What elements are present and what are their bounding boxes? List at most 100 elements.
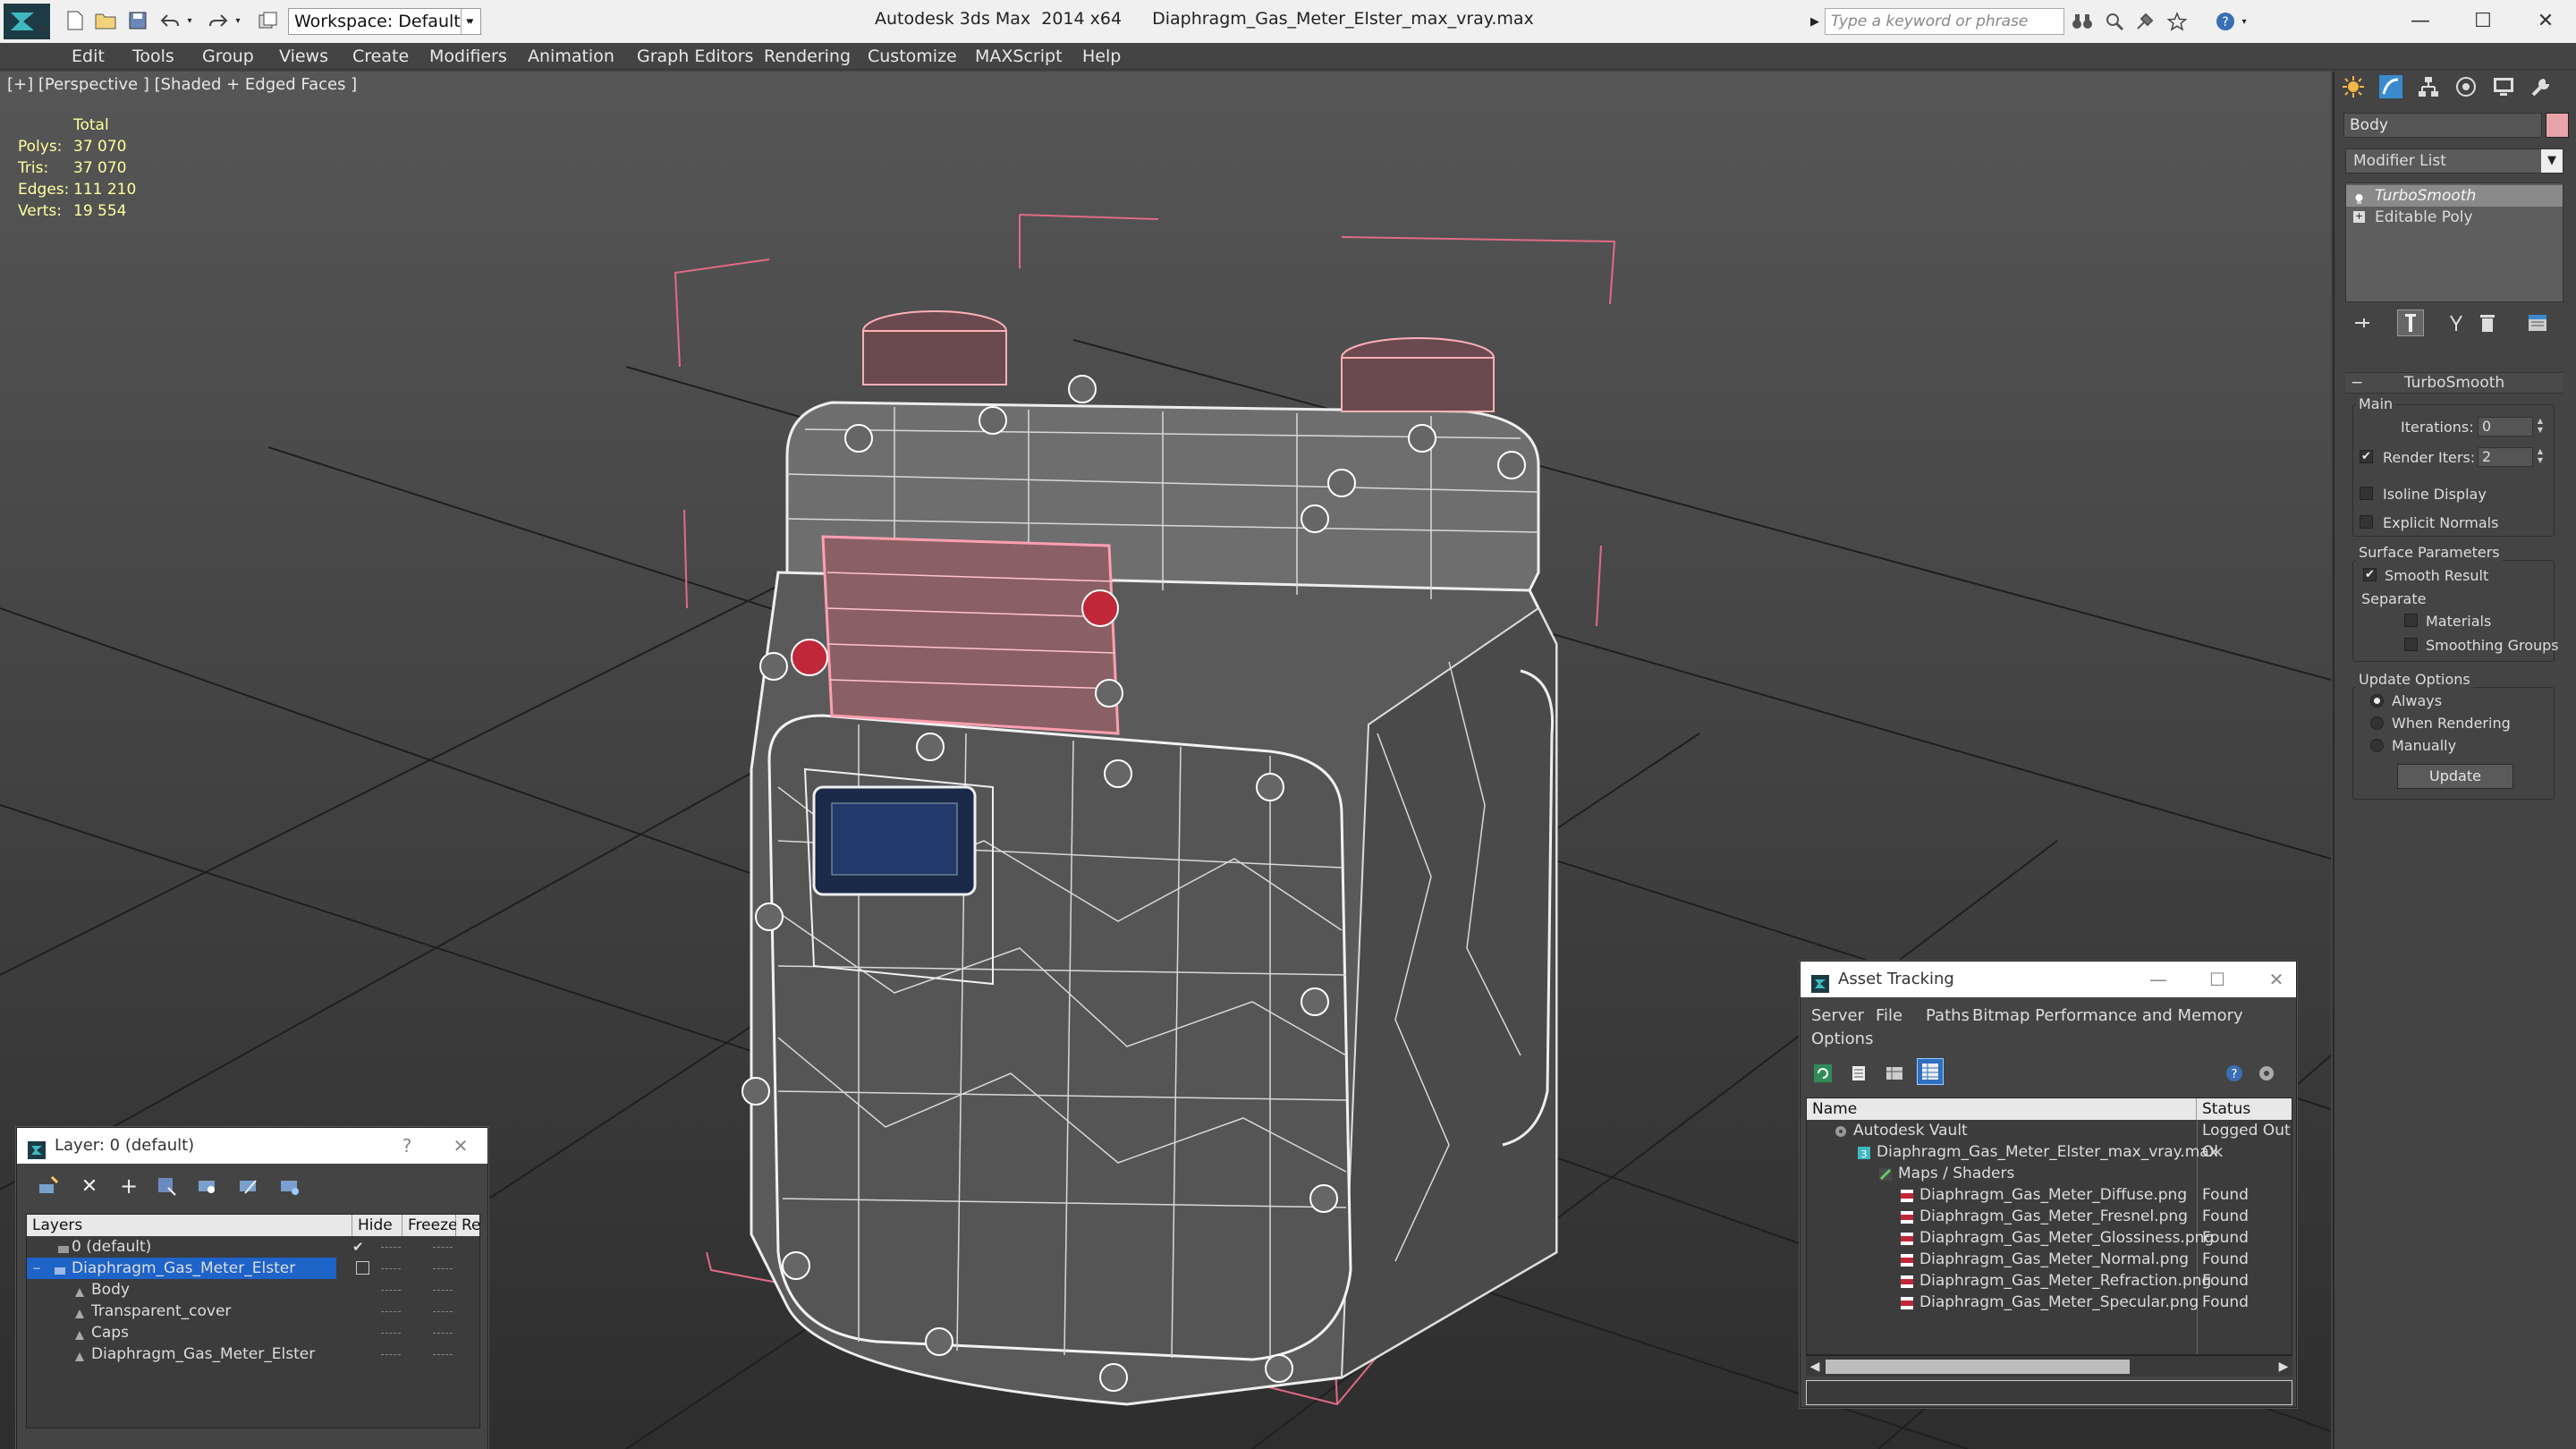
- scroll-thumb[interactable]: [1826, 1360, 2130, 1374]
- modifier-list-dropdown[interactable]: Modifier List ▼: [2345, 148, 2563, 174]
- hide-toggle[interactable]: [381, 1247, 401, 1250]
- redo-icon[interactable]: [206, 9, 231, 32]
- layer-row-selected[interactable]: − Diaphragm_Gas_Meter_Elster: [27, 1258, 336, 1279]
- menu-maxscript[interactable]: MAXScript: [975, 43, 1063, 70]
- iterations-spinner[interactable]: 0: [2478, 417, 2533, 436]
- hide-toggle[interactable]: [381, 1290, 401, 1292]
- turbosmooth-rollout-header[interactable]: − TurboSmooth: [2345, 372, 2563, 394]
- column-header-freeze[interactable]: Freeze: [402, 1215, 457, 1236]
- render-iters-spinner-arrows[interactable]: ▲ ▼: [2535, 447, 2546, 467]
- freeze-toggle[interactable]: [433, 1247, 453, 1250]
- remove-modifier-icon[interactable]: [2474, 309, 2501, 336]
- menu-rendering[interactable]: Rendering: [764, 43, 851, 70]
- subscription-icon[interactable]: [2102, 9, 2127, 34]
- object-row[interactable]: Body: [27, 1279, 479, 1301]
- update-button[interactable]: Update: [2397, 764, 2513, 789]
- redo-dropdown-icon[interactable]: ▾: [231, 9, 245, 32]
- list-view-icon[interactable]: [1845, 1060, 1872, 1087]
- hide-toggle[interactable]: [381, 1354, 401, 1357]
- create-tab-icon[interactable]: [2338, 72, 2368, 102]
- help-dropdown-icon[interactable]: ▾: [2238, 9, 2250, 34]
- menu-edit[interactable]: Edit: [72, 43, 105, 70]
- app-logo-icon[interactable]: [4, 4, 50, 39]
- expand-plus-icon[interactable]: +: [2353, 211, 2365, 223]
- asset-row[interactable]: 3 Diaphragm_Gas_Meter_Elster_max_vray.ma…: [1807, 1141, 2292, 1163]
- layer-help-button[interactable]: ?: [389, 1128, 425, 1164]
- hide-toggle[interactable]: [381, 1333, 401, 1335]
- undo-dropdown-icon[interactable]: ▾: [182, 9, 197, 32]
- menu-modifiers[interactable]: Modifiers: [429, 43, 507, 70]
- asset-row[interactable]: Diaphragm_Gas_Meter_Normal.png Found: [1807, 1249, 2292, 1270]
- asset-minimize-button[interactable]: —: [2140, 962, 2176, 997]
- menu-animation[interactable]: Animation: [528, 43, 614, 70]
- menu-group[interactable]: Group: [202, 43, 254, 70]
- hide-all-layers-icon[interactable]: [235, 1173, 262, 1199]
- collapse-icon[interactable]: −: [32, 1258, 41, 1279]
- object-row[interactable]: Caps: [27, 1322, 479, 1343]
- highlight-layer-icon[interactable]: [194, 1173, 221, 1199]
- asset-menu-paths[interactable]: Paths: [1926, 1006, 1970, 1025]
- project-folder-icon[interactable]: [256, 9, 281, 32]
- viewport-label[interactable]: [+] [Perspective ] [Shaded + Edged Faces…: [7, 75, 357, 94]
- binoculars-icon[interactable]: [2070, 9, 2095, 34]
- layer-close-button[interactable]: ✕: [443, 1128, 479, 1164]
- favorites-star-icon[interactable]: [2165, 9, 2190, 34]
- set-active-checkbox[interactable]: [356, 1261, 369, 1275]
- menu-help[interactable]: Help: [1082, 43, 1121, 70]
- object-name-field[interactable]: Body: [2343, 113, 2542, 138]
- asset-settings-icon[interactable]: [2253, 1060, 2280, 1087]
- perspective-viewport[interactable]: [+] [Perspective ] [Shaded + Edged Faces…: [0, 72, 2331, 1449]
- menu-create[interactable]: Create: [352, 43, 409, 70]
- object-color-swatch[interactable]: [2546, 113, 2569, 138]
- column-header-render[interactable]: Re: [456, 1215, 479, 1236]
- search-input[interactable]: Type a keyword or phrase: [1825, 8, 2064, 35]
- smooth-result-checkbox[interactable]: ✔: [2363, 568, 2377, 581]
- menu-customize[interactable]: Customize: [868, 43, 957, 70]
- motion-tab-icon[interactable]: [2451, 72, 2481, 102]
- scroll-right-icon[interactable]: ▶: [2275, 1356, 2292, 1377]
- render-iters-checkbox[interactable]: ✔: [2360, 450, 2373, 463]
- delete-layer-icon[interactable]: ✕: [76, 1173, 103, 1199]
- utilities-tab-icon[interactable]: [2526, 72, 2556, 102]
- tree-view-icon[interactable]: [1917, 1058, 1944, 1085]
- object-row[interactable]: Diaphragm_Gas_Meter_Elster: [27, 1343, 479, 1365]
- asset-close-button[interactable]: ✕: [2258, 962, 2294, 997]
- asset-help-icon[interactable]: ?: [2221, 1060, 2248, 1087]
- pin-stack-icon[interactable]: [2349, 309, 2376, 336]
- search-expand-icon[interactable]: ▶: [1805, 9, 1825, 34]
- show-end-result-icon[interactable]: [2397, 309, 2424, 336]
- create-layer-icon[interactable]: [35, 1173, 62, 1199]
- menu-graph-editors[interactable]: Graph Editors: [637, 43, 753, 70]
- asset-menu-server[interactable]: Server: [1811, 1006, 1864, 1025]
- table-view-icon[interactable]: [1881, 1060, 1908, 1087]
- make-unique-icon[interactable]: [2445, 309, 2472, 336]
- add-to-layer-icon[interactable]: +: [115, 1173, 142, 1199]
- save-icon[interactable]: [125, 9, 150, 32]
- asset-row[interactable]: Diaphragm_Gas_Meter_Glossiness.png Found: [1807, 1227, 2292, 1249]
- freeze-toggle[interactable]: [433, 1268, 453, 1271]
- lightbulb-icon[interactable]: [2353, 190, 2365, 204]
- render-iters-spinner[interactable]: 2: [2478, 447, 2533, 467]
- close-button[interactable]: ✕: [2528, 5, 2563, 36]
- communication-icon[interactable]: [2132, 9, 2157, 34]
- column-header-status[interactable]: Status: [2197, 1098, 2292, 1120]
- asset-row[interactable]: Autodesk Vault Logged Out: [1807, 1120, 2292, 1141]
- column-header-hide[interactable]: Hide: [352, 1215, 402, 1236]
- asset-horizontal-scrollbar[interactable]: ◀ ▶: [1806, 1355, 2292, 1377]
- column-header-name[interactable]: Name: [1807, 1098, 2197, 1120]
- hierarchy-tab-icon[interactable]: [2413, 72, 2444, 102]
- asset-window-titlebar[interactable]: Asset Tracking — ☐ ✕: [1801, 962, 2296, 997]
- asset-menu-options[interactable]: Options: [1811, 1030, 1873, 1048]
- workspace-arrow-icon[interactable]: ▾: [460, 9, 478, 32]
- open-folder-icon[interactable]: [93, 9, 118, 32]
- menu-views[interactable]: Views: [279, 43, 328, 70]
- refresh-icon[interactable]: [1809, 1060, 1836, 1087]
- asset-menu-file[interactable]: File: [1876, 1006, 1902, 1025]
- layer-window-titlebar[interactable]: Layer: 0 (default) ? ✕: [17, 1128, 487, 1164]
- asset-path-field[interactable]: [1806, 1380, 2292, 1405]
- asset-row[interactable]: Diaphragm_Gas_Meter_Diffuse.png Found: [1807, 1184, 2292, 1206]
- isoline-display-checkbox[interactable]: [2360, 487, 2373, 500]
- scroll-left-icon[interactable]: ◀: [1806, 1356, 1824, 1377]
- display-tab-icon[interactable]: [2488, 72, 2519, 102]
- modify-tab-icon[interactable]: [2376, 72, 2406, 102]
